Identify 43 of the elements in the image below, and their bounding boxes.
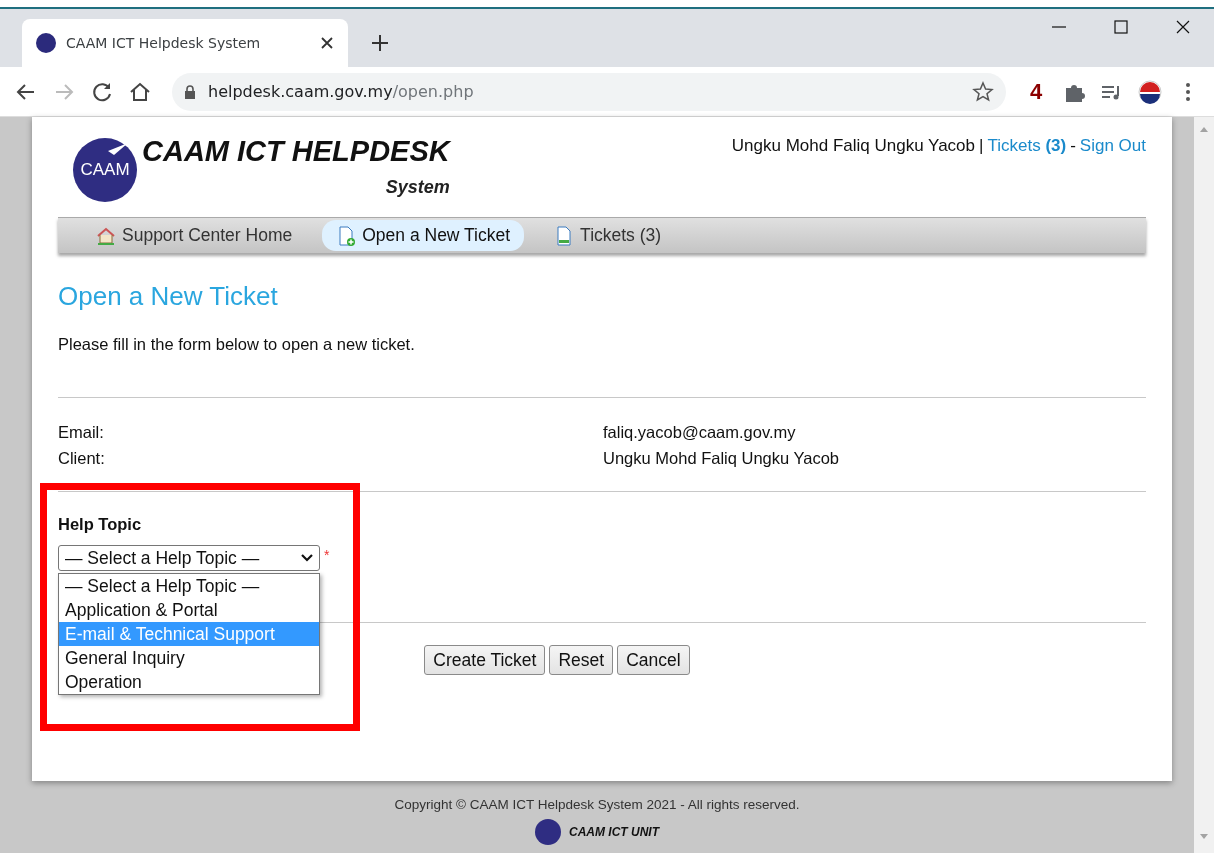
star-icon[interactable] [972,80,994,103]
form-button[interactable]: Reset [549,644,614,676]
separator-text: - [1070,135,1076,157]
address-bar[interactable]: helpdesk.caam.gov.my/open.php [172,72,1006,111]
close-icon[interactable] [320,36,334,50]
field-label: Help Topic [58,513,143,535]
extension-badge[interactable]: 4 [1022,75,1050,108]
house-icon [96,225,116,246]
nav-tab[interactable]: Tickets (3) [540,220,676,251]
chevron-down-icon [301,552,313,563]
caam-logo: CAAM [72,137,138,203]
unit-name: CAAM ICT UNIT [569,824,659,842]
help-topic-select[interactable]: — Select a Help Topic — [58,544,320,571]
avatar-icon[interactable] [1136,77,1164,106]
logo-icon [535,819,561,846]
nav-tab[interactable]: Support Center Home [82,220,307,251]
dropdown-option[interactable]: Operation [59,669,319,694]
required-mark: * [324,545,330,565]
browser-tab[interactable]: CAAM ICT Helpdesk System [22,19,348,67]
url-text: helpdesk.caam.gov.my/open.php [208,80,474,103]
form-button[interactable]: Cancel [617,644,690,676]
field-label: Email: [58,422,104,441]
tab-title: CAAM ICT Helpdesk System [66,33,261,53]
tickets-link[interactable]: Tickets (3) [987,133,1067,217]
field-value: Ungku Mohd Faliq Ungku Yacob [603,447,840,469]
copyright-text: Copyright © CAAM ICT Helpdesk System 2021 - All rights reserved. [393,796,801,814]
sign-out-link[interactable]: Sign Out [1079,133,1146,217]
intro-text: Please fill in the form below to open a new ticket. [58,334,416,356]
dropdown-option[interactable]: — Select a Help Topic — [59,573,319,598]
logo-icon [36,33,56,53]
site-title: CAAM ICT HELPDESK [142,137,450,166]
form-button[interactable]: Create Ticket [424,644,546,676]
dropdown-option[interactable]: General Inquiry [59,645,319,670]
separator-text: | [979,135,984,157]
lock-icon [184,84,196,99]
nav-tab[interactable]: Open a New Ticket [322,220,525,251]
document-plus-icon [336,225,357,246]
site-subtitle: System [384,176,450,199]
field-value: faliq.yacob@caam.gov.my [603,421,796,443]
field-label: Client: [58,448,105,467]
user-name: Ungku Mohd Faliq Ungku Yacob [731,135,976,157]
dropdown-option[interactable]: Application & Portal [59,597,319,622]
page-heading: Open a New Ticket [58,281,279,313]
